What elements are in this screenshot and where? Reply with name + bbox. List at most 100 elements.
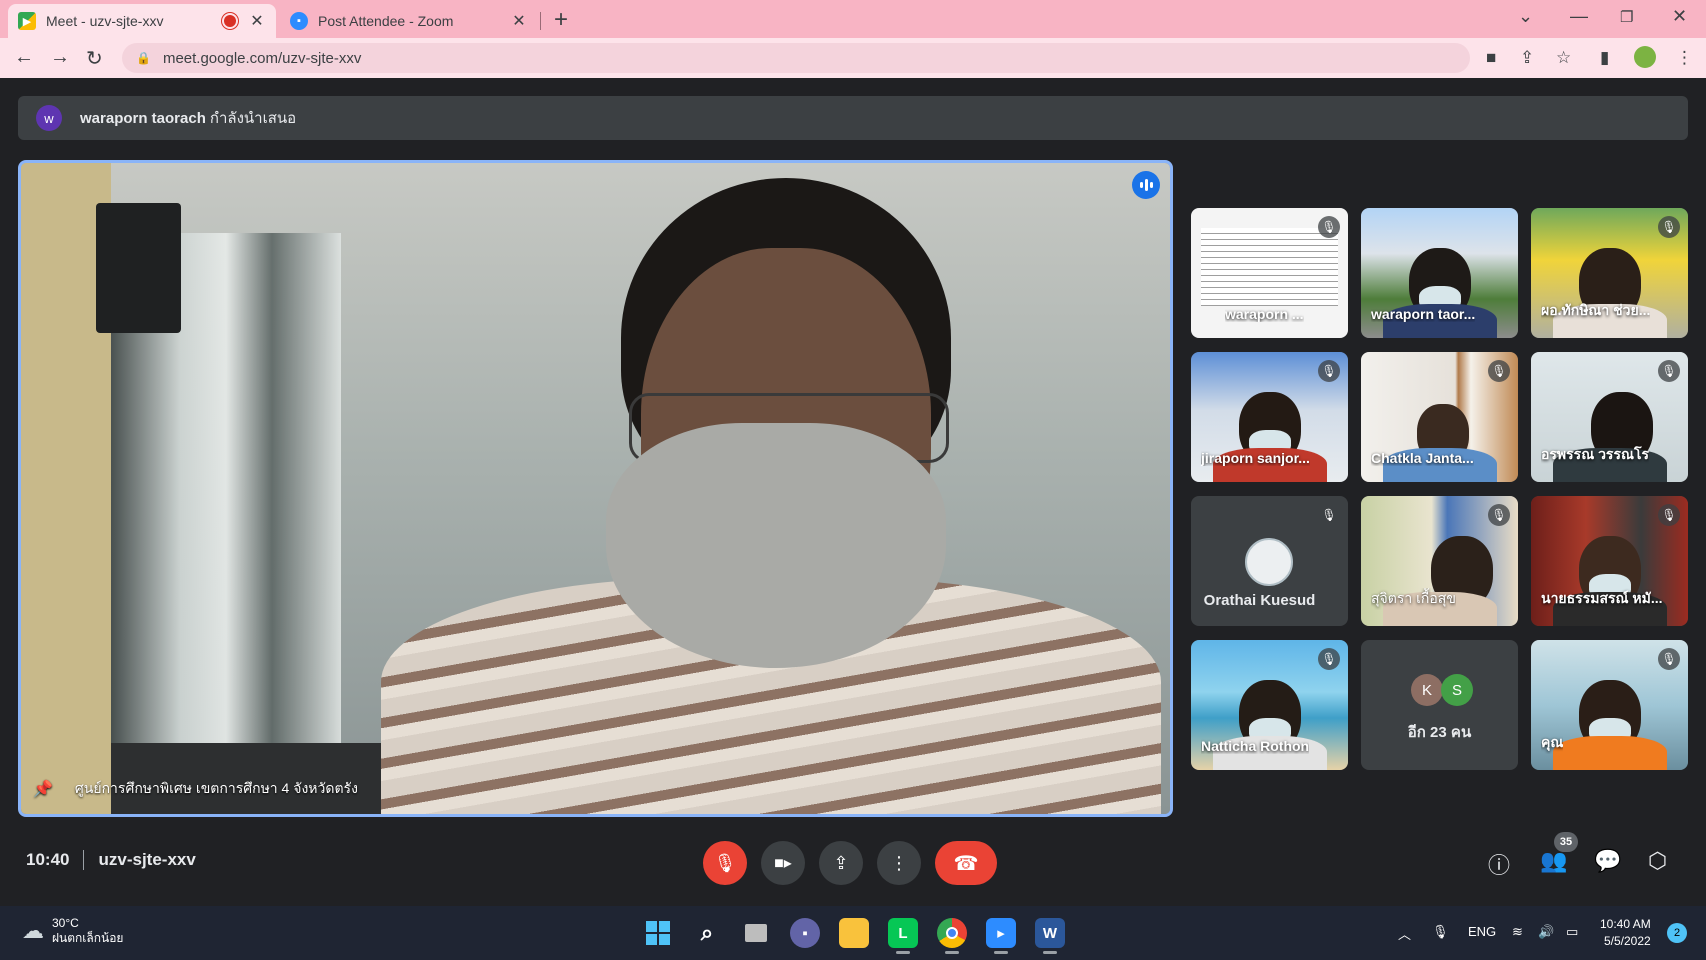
browser-tab-strip: ▶ Meet - uzv-sjte-xxv ✕ ▪ Post Attendee … bbox=[0, 0, 1706, 38]
participant-name: Natticha Rothon bbox=[1201, 738, 1310, 754]
camera-button[interactable]: ■▸ bbox=[761, 841, 805, 885]
participant-tile[interactable]: 🎙 นายธรรมสรณ์ หมั... bbox=[1531, 496, 1688, 626]
mic-off-button[interactable]: 🎙 bbox=[703, 841, 747, 885]
mic-off-icon: 🎙 bbox=[1658, 504, 1680, 526]
pinned-participant-label: 📌 ศูนย์การศึกษาพิเศษ เขตการศึกษา 4 จังหว… bbox=[33, 778, 358, 800]
speaking-indicator-icon bbox=[1132, 171, 1160, 199]
participant-name: waraporn ... bbox=[1225, 306, 1304, 322]
chat-icon[interactable]: 💬 bbox=[1594, 848, 1621, 874]
participant-name: นายธรรมสรณ์ หมั... bbox=[1541, 590, 1663, 606]
zoom-app-icon[interactable]: ▸ bbox=[986, 918, 1016, 954]
line-app-icon[interactable]: L bbox=[888, 918, 918, 954]
input-language[interactable]: ENG bbox=[1468, 924, 1496, 939]
profile-avatar-icon[interactable] bbox=[1634, 46, 1656, 68]
mic-off-icon: 🎙 bbox=[1658, 648, 1680, 670]
participant-tile[interactable]: waraporn taor... bbox=[1361, 208, 1518, 338]
restore-icon[interactable]: ❐ bbox=[1620, 8, 1633, 26]
presenter-banner: w waraporn taorach กำลังนำเสนอ bbox=[18, 96, 1688, 140]
notification-count-badge[interactable]: 2 bbox=[1667, 923, 1687, 943]
mic-off-icon: 🎙 bbox=[1658, 360, 1680, 382]
clock-date: 5/5/2022 bbox=[1603, 934, 1651, 948]
tab-search-chevron-icon[interactable]: ⌄ bbox=[1518, 6, 1533, 27]
cloud-rain-icon: ☁ bbox=[22, 918, 44, 943]
wifi-icon[interactable]: ≋ bbox=[1512, 924, 1523, 940]
camera-in-use-icon[interactable]: ■ bbox=[1486, 48, 1496, 68]
participant-tile[interactable]: 🎙 คุณ bbox=[1531, 640, 1688, 770]
weather-temp: 30°C bbox=[52, 916, 79, 930]
participant-tile[interactable]: 🎙 ผอ.ทักษิณา ช่วย... bbox=[1531, 208, 1688, 338]
back-icon[interactable]: ← bbox=[14, 46, 34, 69]
participant-tile[interactable]: 🎙 Natticha Rothon bbox=[1191, 640, 1348, 770]
start-icon[interactable] bbox=[643, 918, 673, 948]
participant-name: Chatkla Janta... bbox=[1371, 450, 1474, 466]
participant-tile[interactable]: 🎙 Orathai Kuesud bbox=[1191, 496, 1348, 626]
video-camera-icon: ■▸ bbox=[774, 855, 792, 872]
participant-tile[interactable]: 🎙 อรพรรณ วรรณโร bbox=[1531, 352, 1688, 482]
mic-off-icon: 🎙 bbox=[1658, 216, 1680, 238]
task-view-icon[interactable] bbox=[741, 918, 771, 948]
reload-icon[interactable]: ↻ bbox=[86, 46, 103, 71]
more-options-button[interactable]: ⋮ bbox=[877, 841, 921, 885]
minimize-icon[interactable]: — bbox=[1570, 6, 1588, 27]
windows-taskbar: ☁ 30°C ฝนตกเล็กน้อย ⌕ ▪ L ▸ W ︿ 🎙 ENG ≋ … bbox=[0, 906, 1706, 960]
show-hidden-icons-icon[interactable]: ︿ bbox=[1398, 924, 1411, 943]
lock-icon: 🔒 bbox=[136, 51, 151, 65]
tab-meet[interactable]: ▶ Meet - uzv-sjte-xxv ✕ bbox=[8, 4, 276, 38]
pin-icon[interactable]: 📌 bbox=[33, 779, 53, 799]
tab-title: Post Attendee - Zoom bbox=[318, 13, 454, 29]
close-icon[interactable]: ✕ bbox=[248, 11, 266, 31]
meeting-code: uzv-sjte-xxv bbox=[98, 850, 196, 869]
forward-icon[interactable]: → bbox=[50, 46, 70, 69]
participant-name: ผอ.ทักษิณา ช่วย... bbox=[1541, 302, 1651, 318]
battery-icon[interactable]: ▭ bbox=[1566, 924, 1578, 940]
tab-zoom[interactable]: ▪ Post Attendee - Zoom ✕ bbox=[280, 4, 538, 38]
microphone-icon[interactable]: 🎙 bbox=[1432, 924, 1449, 940]
activities-icon[interactable]: ⬡ bbox=[1648, 848, 1667, 874]
presenter-name: waraporn taorach bbox=[80, 109, 206, 127]
avatar bbox=[1245, 538, 1293, 586]
leave-call-button[interactable]: ☎ bbox=[935, 841, 997, 885]
present-screen-button[interactable]: ⇪ bbox=[819, 841, 863, 885]
bookmark-star-icon[interactable]: ☆ bbox=[1556, 48, 1571, 68]
hang-up-icon: ☎ bbox=[953, 852, 979, 875]
url-text: meet.google.com/uzv-sjte-xxv bbox=[162, 49, 362, 67]
people-icon[interactable]: 👥 bbox=[1540, 848, 1567, 874]
participant-tile[interactable]: 🎙 Chatkla Janta... bbox=[1361, 352, 1518, 482]
tile-body bbox=[1553, 736, 1667, 770]
browser-toolbar: ← → ↻ 🔒 meet.google.com/uzv-sjte-xxv ■ ⇪… bbox=[0, 38, 1706, 78]
avatar: w bbox=[36, 105, 62, 131]
new-tab-icon[interactable]: + bbox=[554, 6, 568, 34]
volume-icon[interactable]: 🔊 bbox=[1538, 924, 1554, 940]
main-video-tile[interactable]: 📌 ศูนย์การศึกษาพิเศษ เขตการศึกษา 4 จังหว… bbox=[18, 160, 1173, 817]
share-icon[interactable]: ⇪ bbox=[1520, 48, 1534, 68]
close-icon[interactable]: ✕ bbox=[510, 11, 528, 31]
file-explorer-icon[interactable] bbox=[839, 918, 869, 948]
weather-widget[interactable]: ☁ 30°C ฝนตกเล็กน้อย bbox=[22, 916, 123, 946]
teams-chat-icon[interactable]: ▪ bbox=[790, 918, 820, 948]
more-vert-icon: ⋮ bbox=[890, 852, 908, 873]
participant-tile[interactable]: 🎙 สุจิตรา เกื้อสุข bbox=[1361, 496, 1518, 626]
window-close-icon[interactable]: ✕ bbox=[1672, 6, 1687, 27]
participant-tile[interactable]: 🎙 jiraporn sanjor... bbox=[1191, 352, 1348, 482]
mic-off-icon: 🎙 bbox=[1488, 360, 1510, 382]
meeting-details: 10:40 uzv-sjte-xxv bbox=[26, 850, 196, 870]
address-bar[interactable]: 🔒 meet.google.com/uzv-sjte-xxv bbox=[122, 43, 1470, 73]
mic-off-icon: 🎙 bbox=[1318, 360, 1340, 382]
browser-menu-icon[interactable]: ⋮ bbox=[1676, 48, 1693, 68]
avatar: S bbox=[1441, 674, 1473, 706]
video-speaker bbox=[96, 203, 181, 333]
side-panel-icon[interactable]: ▮ bbox=[1600, 48, 1609, 68]
meeting-time: 10:40 bbox=[26, 850, 70, 869]
word-icon[interactable]: W bbox=[1035, 918, 1065, 954]
participant-tile[interactable]: 🎙 waraporn ... bbox=[1191, 208, 1348, 338]
participant-name: jiraporn sanjor... bbox=[1201, 450, 1310, 466]
present-screen-icon: ⇪ bbox=[833, 852, 849, 873]
system-clock[interactable]: 10:40 AM 5/5/2022 bbox=[1600, 916, 1651, 950]
mic-off-icon: 🎙 bbox=[1321, 508, 1337, 522]
presenter-video bbox=[381, 178, 1161, 814]
meeting-info-icon[interactable]: ⓘ bbox=[1488, 848, 1510, 880]
mic-off-icon: 🎙 bbox=[1318, 648, 1340, 670]
chrome-icon[interactable] bbox=[937, 918, 967, 954]
search-icon[interactable]: ⌕ bbox=[692, 918, 722, 948]
more-participants-tile[interactable]: K S อีก 23 คน bbox=[1361, 640, 1518, 770]
